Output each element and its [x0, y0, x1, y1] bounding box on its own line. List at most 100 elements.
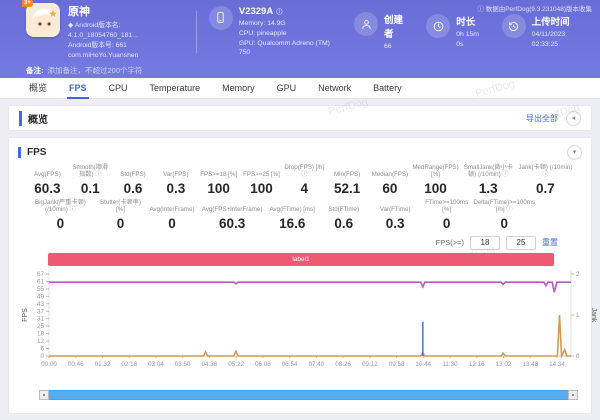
svg-text:11:30: 11:30: [442, 361, 458, 368]
upload-history-icon: [502, 14, 526, 38]
tab-Network[interactable]: Network: [307, 78, 362, 99]
stat-label: Avg(FTime) [ms]: [268, 206, 317, 213]
svg-text:FPS: FPS: [22, 308, 29, 322]
stat-label: Median(FPS): [370, 171, 411, 178]
duration-label: 时长: [456, 14, 485, 28]
fps-threshold-controls: FPS(>=) 重置: [18, 234, 558, 252]
info-icon[interactable]: ⓘ: [68, 206, 76, 213]
stat-label: Var(FTime): [370, 206, 419, 213]
export-all-button[interactable]: 导出全部: [526, 113, 558, 124]
svg-text:1: 1: [576, 312, 580, 319]
device-cpu: CPU: pineapple: [239, 29, 338, 39]
game-name: 原神: [68, 3, 186, 19]
tab-Memory[interactable]: Memory: [211, 78, 266, 99]
stat-label: Avg(InterFrame): [147, 206, 196, 213]
svg-text:2: 2: [576, 271, 580, 278]
stat-FPS>=18 [%]: FPS>=18 [%]100: [197, 171, 240, 195]
info-icon[interactable]: ⓘ: [542, 171, 548, 178]
stat-Avg(InterFrame): Avg(InterFrame) 0: [146, 206, 197, 230]
stat-label: Jank(卡顿) (/10min) ⓘ: [518, 164, 573, 179]
stat-Avg(FPS+InterFrame): Avg(FPS+InterFrame) 60.3: [198, 206, 267, 230]
stat-value: 60: [370, 181, 411, 196]
remark-bar[interactable]: 备注: 添加备注，不超过200个字符: [0, 62, 600, 78]
stat-value: 0: [27, 216, 94, 231]
stat-value: 0: [147, 216, 196, 231]
info-icon[interactable]: ⓘ: [93, 171, 101, 178]
svg-text:49: 49: [37, 293, 45, 300]
stat-label: Smooth(顺滑指数) ⓘ: [70, 164, 111, 179]
stat-SmallJank(微小卡顿) (/10min): SmallJank(微小卡顿) (/10min) ⓘ1.3: [460, 164, 517, 196]
svg-text:Jank: Jank: [590, 307, 597, 322]
info-icon[interactable]: ⓘ: [301, 171, 307, 178]
reset-button[interactable]: 重置: [542, 237, 558, 248]
svg-text:25: 25: [37, 323, 45, 330]
svg-text:09:58: 09:58: [389, 361, 405, 368]
tab-Temperature[interactable]: Temperature: [139, 78, 212, 99]
chart-label-bar[interactable]: label1: [48, 253, 554, 266]
stat-value: 0: [422, 216, 471, 231]
upload-label: 上传时间: [532, 14, 590, 28]
svg-text:00:00: 00:00: [41, 361, 57, 368]
tab-概览[interactable]: 概览: [18, 78, 58, 99]
age-badge: 3+: [22, 0, 33, 7]
header-divider: [196, 11, 197, 53]
fps-threshold-input-2[interactable]: [506, 236, 536, 250]
person-icon: [354, 12, 378, 36]
svg-text:06:08: 06:08: [255, 361, 271, 368]
stat-Avg(FTime) [ms]: Avg(FTime) [ms] 16.6: [267, 206, 318, 230]
scrollbar-right-handle[interactable]: [568, 390, 578, 400]
stat-value: 16.6: [268, 216, 317, 231]
svg-text:13:48: 13:48: [522, 361, 538, 368]
svg-text:01:32: 01:32: [95, 361, 111, 368]
stat-value: 0.6: [113, 181, 154, 196]
fps-stats-row-1: Avg(FPS)60.3Smooth(顺滑指数) ⓘ0.1Std(FPS)0.6…: [18, 161, 582, 196]
diamond-bullet-icon: ◆: [68, 22, 73, 29]
stat-value: 0: [96, 216, 145, 231]
remark-label: 备注:: [26, 65, 44, 76]
svg-text:12: 12: [37, 338, 45, 345]
tab-CPU[interactable]: CPU: [98, 78, 139, 99]
overview-section: 概览 导出全部 ◂: [8, 105, 592, 131]
stat-label: Std(FTime): [319, 206, 368, 213]
upload-info: 上传时间 04/11/2023 02:33:25: [502, 14, 590, 50]
fps-chart[interactable]: 061218253137434955616701200:0000:4601:32…: [19, 268, 597, 382]
fps-collapse-button[interactable]: ▾: [567, 145, 582, 160]
stat-value: 52.1: [327, 181, 368, 196]
info-icon[interactable]: ⓘ: [505, 206, 513, 213]
svg-text:04:36: 04:36: [202, 361, 218, 368]
tab-bar: 概览FPSCPUTemperatureMemoryGPUNetworkBatte…: [0, 78, 600, 99]
stat-label: Std(FPS): [113, 171, 154, 178]
app-icon: 3+: [26, 3, 60, 37]
tab-Battery[interactable]: Battery: [362, 78, 413, 99]
tab-FPS[interactable]: FPS: [58, 78, 98, 99]
stat-value: 100: [241, 181, 282, 196]
scrollbar-left-handle[interactable]: [39, 390, 49, 400]
stat-label: Avg(FPS+InterFrame): [199, 206, 266, 213]
stat-label: Stutter(卡顿率) [%]: [96, 199, 145, 214]
fps-stats-row-2: BigJank(严重卡顿) (/10min) ⓘ0Stutter(卡顿率) [%…: [18, 196, 582, 231]
stat-Var(FPS): Var(FPS)0.3: [154, 171, 197, 195]
stat-value: 0.1: [70, 181, 111, 196]
tab-GPU[interactable]: GPU: [266, 78, 308, 99]
phone-icon: [209, 6, 233, 30]
stat-FPS>=25 [%]: FPS>=25 [%]100: [240, 171, 283, 195]
svg-text:0: 0: [576, 353, 580, 360]
device-info-icon[interactable]: ⓘ: [276, 7, 282, 16]
overview-title: 概览: [19, 111, 48, 126]
device-memory: Memory: 14.9G: [239, 19, 338, 29]
svg-text:31: 31: [37, 315, 45, 322]
stat-Var(FTime): Var(FTime)0.3: [369, 206, 420, 230]
stat-value: 100: [198, 181, 239, 196]
device-model: V2329A: [239, 6, 273, 17]
fps-title: FPS: [18, 147, 46, 158]
chart-range-scrollbar[interactable]: [39, 390, 578, 400]
stat-value: 60.3: [199, 216, 266, 231]
svg-text:6: 6: [40, 345, 44, 352]
svg-text:06:54: 06:54: [282, 361, 298, 368]
stat-label: Min(FPS): [327, 171, 368, 178]
svg-text:55: 55: [37, 286, 45, 293]
fps-threshold-input-1[interactable]: [470, 236, 500, 250]
overview-collapse-button[interactable]: ◂: [566, 111, 581, 126]
svg-text:10:44: 10:44: [415, 361, 431, 368]
info-icon[interactable]: ⓘ: [501, 171, 509, 178]
